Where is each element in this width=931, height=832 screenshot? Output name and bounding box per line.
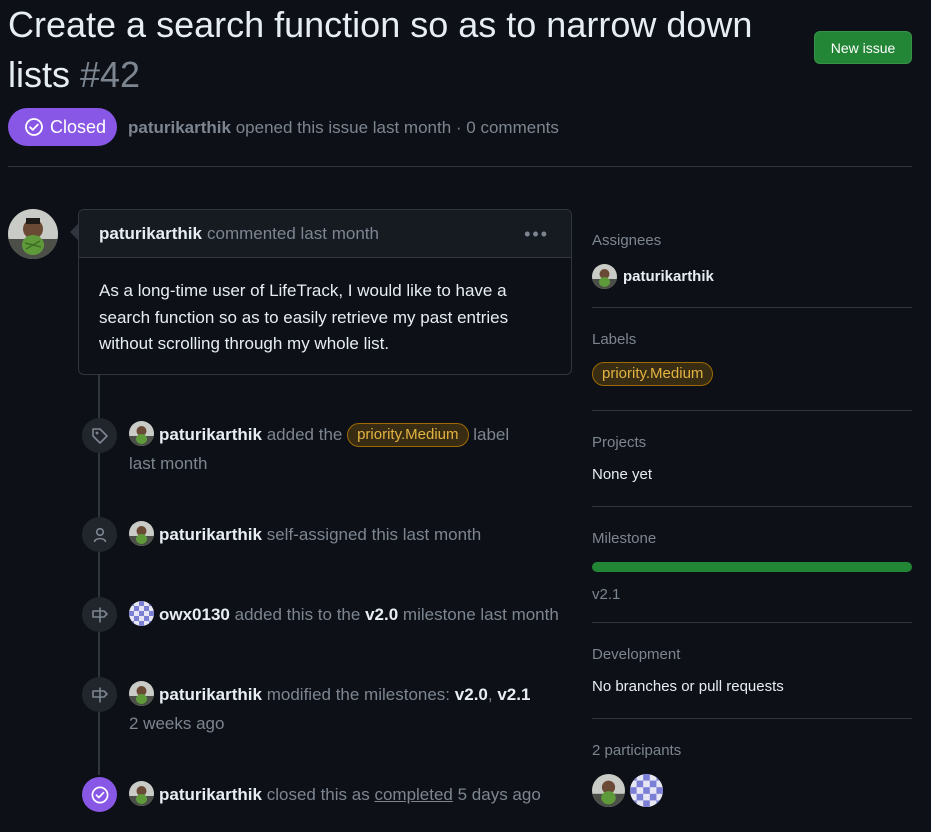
sidebar-divider <box>592 307 912 308</box>
person-icon <box>82 517 117 552</box>
issue-number: #42 <box>80 54 141 95</box>
timeline-event-milestoned: owx0130 added this to the v2.0 milestone… <box>129 600 579 629</box>
milestone-name[interactable]: v2.1 <box>592 586 912 603</box>
event-time[interactable]: 5 days ago <box>458 785 541 804</box>
issue-title: Create a search function so as to narrow… <box>8 0 788 100</box>
milestone-link[interactable]: v2.0 <box>365 605 398 624</box>
kebab-horizontal-icon[interactable]: ••• <box>524 224 549 245</box>
milestone-icon <box>82 597 117 632</box>
event-text: closed this as <box>266 785 370 804</box>
tag-icon <box>82 418 117 453</box>
comment-author[interactable]: paturikarthik <box>99 224 202 244</box>
participants-heading: 2 participants <box>592 742 682 759</box>
milestone-link[interactable]: v2.0 <box>455 685 488 704</box>
check-circle-icon <box>82 777 117 812</box>
milestone-heading[interactable]: Milestone <box>592 530 912 547</box>
assignee-avatar[interactable] <box>592 264 617 289</box>
development-heading[interactable]: Development <box>592 646 912 663</box>
sidebar-divider <box>592 410 912 411</box>
actor-avatar[interactable] <box>129 521 154 547</box>
comment-caret <box>70 224 78 240</box>
milestone-link[interactable]: v2.1 <box>497 685 530 704</box>
sidebar-divider <box>592 622 912 623</box>
event-text: self-assigned this last month <box>266 525 482 544</box>
projects-heading[interactable]: Projects <box>592 434 912 451</box>
event-actor[interactable]: paturikarthik <box>159 685 262 704</box>
sidebar-assignees: Assignees paturikarthik <box>592 232 912 289</box>
issue-author-link[interactable]: paturikarthik <box>128 118 231 137</box>
completed-link[interactable]: completed <box>374 785 452 804</box>
timeline-event-labeled: paturikarthik added the priority.Medium … <box>129 420 579 478</box>
projects-value: None yet <box>592 466 653 483</box>
event-actor[interactable]: owx0130 <box>159 605 230 624</box>
labels-heading[interactable]: Labels <box>592 331 912 348</box>
comment-author-avatar[interactable] <box>8 209 58 259</box>
timeline-event-milestone-changed: paturikarthik modified the milestones: v… <box>129 680 579 738</box>
actor-avatar[interactable] <box>129 781 154 807</box>
event-text: modified the milestones: <box>266 685 451 704</box>
sidebar-development: Development No branches or pull requests <box>592 646 912 695</box>
check-circle-icon <box>25 118 43 136</box>
issue-page: Create a search function so as to narrow… <box>0 0 931 832</box>
event-text: added the <box>266 425 343 444</box>
participants-list <box>592 774 912 807</box>
event-actor[interactable]: paturikarthik <box>159 785 262 804</box>
event-actor[interactable]: paturikarthik <box>159 425 262 444</box>
event-time[interactable]: 2 weeks ago <box>129 714 224 733</box>
comment-card: paturikarthik commented last month ••• A… <box>78 209 572 375</box>
assignee-item[interactable]: paturikarthik <box>592 264 912 289</box>
event-text-post: milestone last month <box>402 605 559 624</box>
milestone-progress-bar <box>592 562 912 572</box>
sidebar-projects: Projects None yet <box>592 434 912 483</box>
label-pill[interactable]: priority.Medium <box>592 362 714 386</box>
timeline-event-closed: paturikarthik closed this as completed 5… <box>129 780 579 809</box>
actor-avatar[interactable] <box>129 681 154 707</box>
header-divider <box>8 166 912 167</box>
participant-avatar[interactable] <box>630 774 663 807</box>
new-issue-button[interactable]: New issue <box>814 31 912 64</box>
event-text-post: label <box>473 425 510 444</box>
assignees-heading[interactable]: Assignees <box>592 232 912 249</box>
actor-avatar[interactable] <box>129 601 154 627</box>
event-actor[interactable]: paturikarthik <box>159 525 262 544</box>
development-value: No branches or pull requests <box>592 678 784 695</box>
timeline-event-assigned: paturikarthik self-assigned this last mo… <box>129 520 579 549</box>
comment-meta[interactable]: commented last month <box>207 224 379 244</box>
comment-header: paturikarthik commented last month ••• <box>79 210 571 258</box>
actor-avatar[interactable] <box>129 421 154 447</box>
issue-state-label: Closed <box>50 116 107 137</box>
sidebar-participants: 2 participants <box>592 742 912 807</box>
sidebar-milestone: Milestone v2.1 <box>592 530 912 603</box>
comment-body: As a long-time user of LifeTrack, I woul… <box>99 281 509 353</box>
sidebar-divider <box>592 506 912 507</box>
participant-avatar[interactable] <box>592 774 625 807</box>
assignee-name[interactable]: paturikarthik <box>623 268 714 285</box>
avatar-image <box>8 209 58 259</box>
event-time[interactable]: last month <box>129 454 207 473</box>
issue-state-badge: Closed <box>8 108 117 146</box>
sidebar-divider <box>592 718 912 719</box>
sidebar-labels: Labels priority.Medium <box>592 331 912 387</box>
issue-meta-text: opened this issue last month · 0 comment… <box>235 118 559 137</box>
label-pill[interactable]: priority.Medium <box>347 422 469 447</box>
event-text: added this to the <box>234 605 361 624</box>
event-separator: , <box>487 685 493 704</box>
milestone-icon <box>82 677 117 712</box>
issue-meta: paturikarthik opened this issue last mon… <box>128 118 559 138</box>
